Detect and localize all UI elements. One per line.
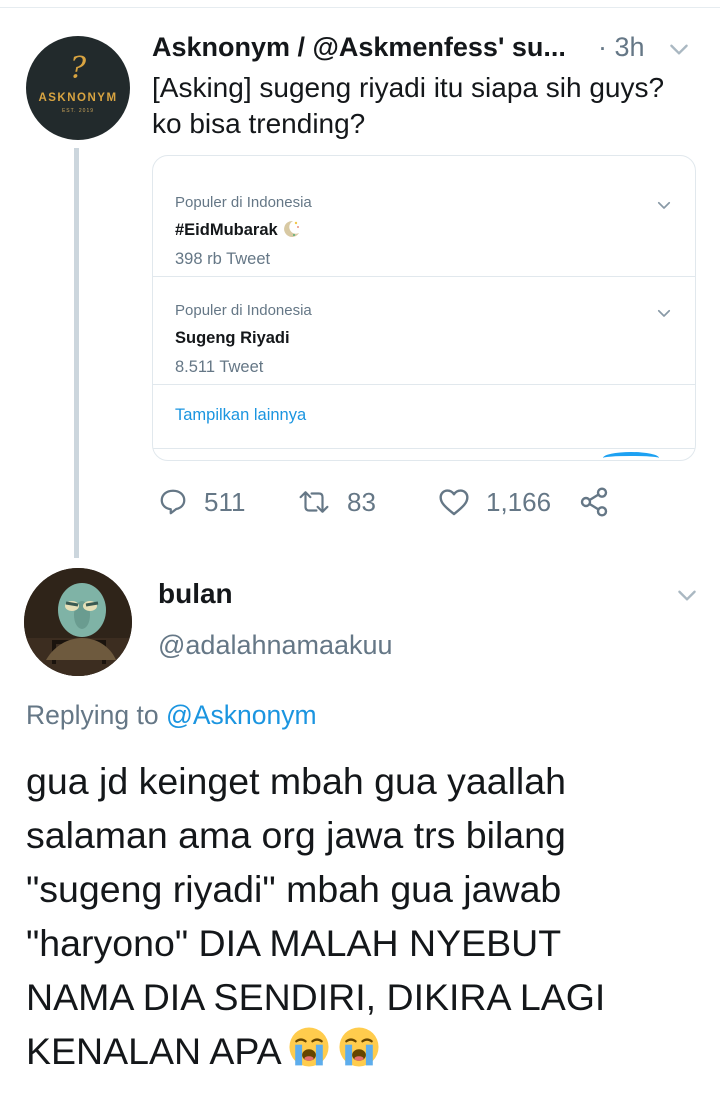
- loudly-crying-face-emoji-icon: [289, 1027, 329, 1067]
- chevron-down-icon[interactable]: [666, 36, 692, 62]
- avatar-bulan[interactable]: [24, 568, 132, 676]
- heart-icon: [439, 489, 469, 516]
- crescent-moon-emoji-icon: [283, 220, 299, 237]
- reply-text-line-2: salaman ama org jawa trs bilang: [26, 814, 566, 856]
- retweet-icon: [299, 491, 329, 513]
- like-count: 1,166: [486, 486, 552, 517]
- trend-name: Sugeng Riyadi: [175, 329, 290, 347]
- chevron-down-icon[interactable]: [674, 582, 700, 608]
- avatar-image: [24, 568, 132, 676]
- parent-text-line-2: ko bisa trending?: [152, 108, 366, 139]
- trend-name-text: #EidMubarak: [175, 221, 278, 239]
- replying-to-label: Replying to: [26, 700, 159, 730]
- reply-tweet-text: gua jd keinget mbah gua yaallah salaman …: [26, 754, 716, 1078]
- avatar-est-text: EST. 2019: [61, 108, 95, 114]
- trend-location: Populer di Indonesia: [175, 302, 312, 319]
- show-more-link[interactable]: Tampilkan lainnya: [175, 406, 306, 425]
- card-bottom-divider: [153, 448, 695, 449]
- reply-text-line-6: KENALAN APA: [26, 1024, 716, 1078]
- avatar-asknonym[interactable]: ? ASKNONYM EST. 2019: [26, 36, 130, 140]
- reply-icon: [160, 489, 186, 515]
- reply-text-line-1: gua jd keinget mbah gua yaallah: [26, 760, 566, 802]
- trend-tweet-count: 8.511 Tweet: [175, 358, 264, 376]
- replying-to-mention[interactable]: @Asknonym: [166, 700, 317, 730]
- reply-handle[interactable]: @adalahnamaakuu: [158, 630, 393, 661]
- share-icon: [580, 487, 608, 517]
- retweet-count: 83: [347, 486, 376, 517]
- avatar-question-mark: ?: [69, 51, 87, 86]
- replying-to-line: Replying to @Asknonym: [26, 700, 317, 731]
- reply-display-name[interactable]: bulan: [158, 578, 233, 610]
- trends-card: Populer di Indonesia #EidMubarak 398 rb …: [152, 155, 696, 461]
- share-action[interactable]: [578, 482, 610, 522]
- top-divider: [0, 7, 720, 8]
- chevron-down-icon[interactable]: [655, 196, 673, 214]
- chevron-down-icon[interactable]: [655, 304, 673, 322]
- reply-action[interactable]: 511: [158, 482, 245, 522]
- retweet-action[interactable]: 83: [297, 482, 376, 522]
- reply-text-line-6-text: KENALAN APA: [26, 1030, 282, 1072]
- card-loading-indicator: [603, 452, 659, 460]
- trend-name: #EidMubarak: [175, 220, 301, 240]
- parent-text-line-1: [Asking] sugeng riyadi itu siapa sih guy…: [152, 72, 665, 103]
- trend-location: Populer di Indonesia: [175, 194, 312, 211]
- reply-text-line-3: "sugeng riyadi" mbah gua jawab: [26, 868, 562, 910]
- parent-tweet-text: [Asking] sugeng riyadi itu siapa sih guy…: [152, 70, 712, 142]
- trend-item[interactable]: Populer di Indonesia #EidMubarak 398 rb …: [153, 168, 695, 277]
- loudly-crying-face-emoji-icon: [339, 1027, 379, 1067]
- avatar-brand-text: ASKNONYM: [38, 92, 118, 104]
- parent-timestamp[interactable]: · 3h: [598, 30, 645, 64]
- reply-text-line-4: "haryono" DIA MALAH NYEBUT: [26, 922, 562, 964]
- thread-connector-line: [74, 148, 79, 558]
- like-action[interactable]: 1,166: [438, 482, 551, 522]
- reply-count: 511: [204, 486, 246, 517]
- parent-display-name[interactable]: Asknonym / @Askmenfess' su...: [152, 30, 566, 64]
- trend-tweet-count: 398 rb Tweet: [175, 250, 271, 268]
- parent-tweet-header: Asknonym / @Askmenfess' su... · 3h: [152, 30, 704, 64]
- reply-text-line-5: NAMA DIA SENDIRI, DIKIRA LAGI: [26, 976, 606, 1018]
- trend-item[interactable]: Populer di Indonesia Sugeng Riyadi 8.511…: [153, 276, 695, 385]
